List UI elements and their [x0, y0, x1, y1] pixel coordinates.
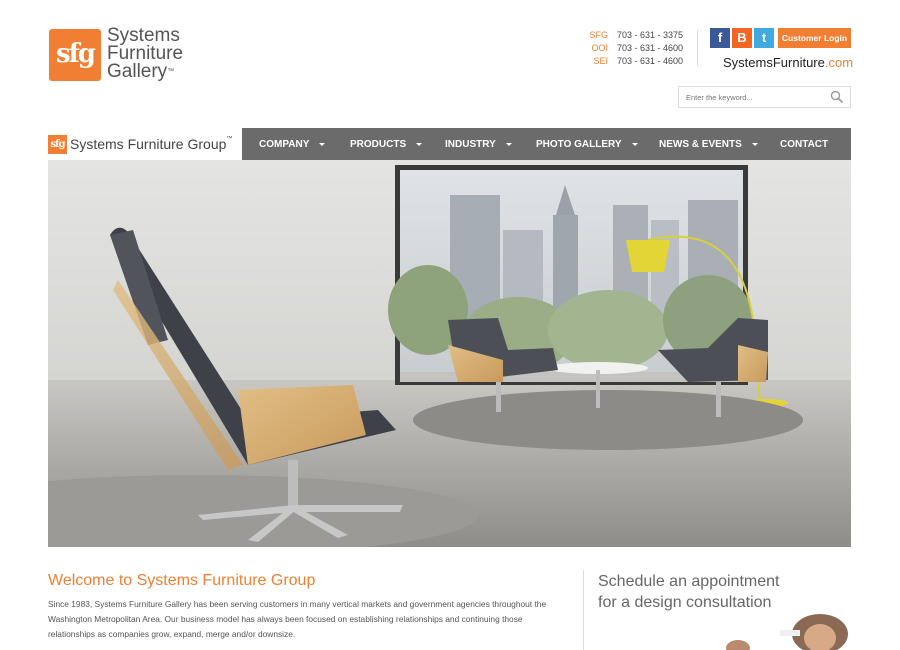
nav-item-label: INDUSTRY: [445, 138, 496, 150]
content-divider: [583, 570, 584, 650]
schedule-line-2: for a design consultation: [598, 594, 772, 611]
main-navigation: sfg Systems Furniture Group™ COMPANY PRO…: [48, 128, 851, 160]
caret-down-icon: [319, 142, 326, 146]
logo-line-3-text: Gallery: [107, 61, 168, 82]
schedule-callout[interactable]: Schedule an appointment for a design con…: [598, 571, 779, 613]
nav-item-products[interactable]: PRODUCTS: [350, 128, 423, 160]
blogger-icon[interactable]: B: [732, 28, 752, 48]
nav-menu: COMPANY PRODUCTS INDUSTRY PHOTO GALLERY …: [242, 128, 851, 160]
welcome-section: Welcome to Systems Furniture Group Since…: [48, 572, 568, 642]
phone-row: SFG 703 - 631 - 3375: [586, 29, 686, 42]
nav-item-photo-gallery[interactable]: PHOTO GALLERY: [536, 128, 638, 160]
logo-line-3: Gallery™: [107, 61, 183, 82]
search-box: [678, 86, 851, 108]
phone-number: 703 - 631 - 3375: [617, 30, 684, 40]
nav-brand[interactable]: sfg Systems Furniture Group™: [48, 128, 242, 160]
hero-image: [48, 160, 851, 547]
brand-text: Systems Furniture Group™: [70, 136, 232, 152]
phone-key: SFG: [589, 30, 608, 40]
phone-row: OOI 703 - 631 - 4600: [586, 42, 686, 55]
caret-down-icon: [505, 142, 512, 146]
nav-item-label: COMPANY: [259, 138, 310, 150]
facebook-icon[interactable]: f: [710, 28, 730, 48]
caret-down-icon: [751, 142, 758, 146]
consultation-photo: [720, 612, 851, 650]
logo-trademark: ™: [167, 68, 175, 75]
search-icon[interactable]: [830, 90, 844, 104]
customer-login-button[interactable]: Customer Login: [778, 28, 851, 48]
site-logo[interactable]: sfg Systems Furniture Gallery™: [49, 26, 199, 85]
twitter-icon[interactable]: t: [754, 28, 774, 48]
welcome-body: Since 1983, Systems Furniture Gallery ha…: [48, 599, 547, 639]
nav-item-industry[interactable]: INDUSTRY: [445, 128, 512, 160]
welcome-title: Welcome to Systems Furniture Group: [48, 572, 316, 589]
schedule-line-1: Schedule an appointment: [598, 573, 780, 590]
caret-down-icon: [631, 142, 638, 146]
brand-name: Systems Furniture Group: [70, 136, 227, 152]
nav-item-news-events[interactable]: NEWS & EVENTS: [659, 128, 758, 160]
nav-item-contact[interactable]: CONTACT: [780, 128, 828, 160]
phone-number: 703 - 631 - 4600: [617, 56, 684, 66]
caret-down-icon: [416, 142, 423, 146]
domain-link[interactable]: SystemsFurniture.com: [723, 55, 853, 70]
phone-list: SFG 703 - 631 - 3375 OOI 703 - 631 - 460…: [586, 29, 686, 68]
header-divider: [697, 30, 698, 66]
nav-item-label: CONTACT: [780, 138, 829, 150]
brand-trademark: ™: [226, 136, 233, 142]
domain-tld: .com: [824, 55, 854, 70]
phone-row: SEI 703 - 631 - 4600: [586, 55, 686, 68]
brand-mark: sfg: [48, 134, 67, 154]
nav-item-company[interactable]: COMPANY: [259, 128, 326, 160]
nav-item-label: NEWS & EVENTS: [659, 138, 742, 150]
consultation-image: [720, 612, 851, 650]
phone-key: OOI: [591, 43, 608, 53]
phone-key: SEI: [593, 56, 608, 66]
nav-item-label: PHOTO GALLERY: [536, 138, 622, 150]
search-input[interactable]: [679, 87, 819, 108]
domain-name: SystemsFurniture: [723, 55, 825, 70]
logo-mark: sfg: [49, 29, 101, 81]
social-links: f B t: [710, 28, 774, 48]
phone-number: 703 - 631 - 4600: [617, 43, 684, 53]
logo-wordmark: Systems Furniture Gallery™: [107, 26, 183, 82]
hero-banner: [48, 160, 851, 547]
nav-item-label: PRODUCTS: [350, 138, 407, 150]
